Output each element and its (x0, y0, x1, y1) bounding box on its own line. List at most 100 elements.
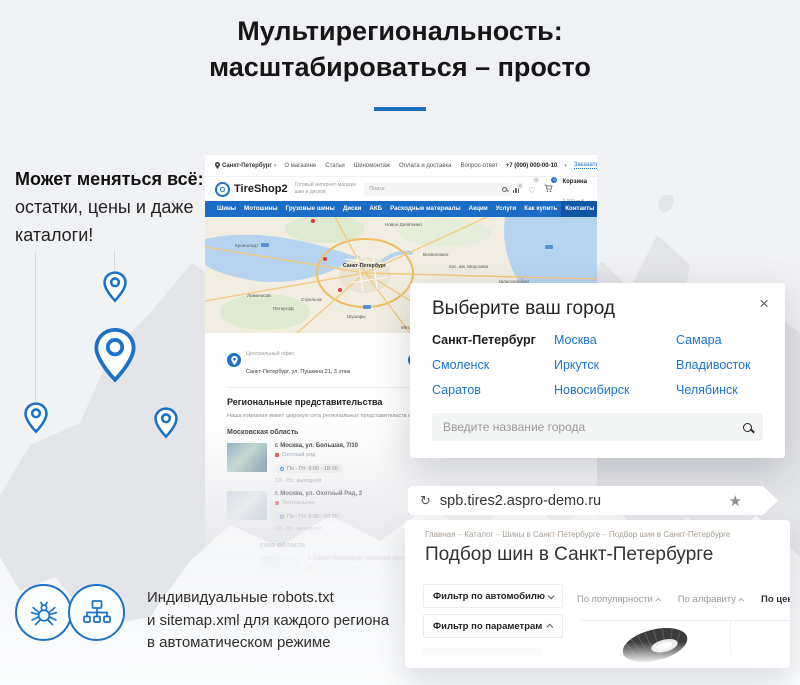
cart-button[interactable]: 0 (544, 180, 553, 198)
map-pin-icon-large (92, 327, 138, 384)
nav-item-akb[interactable]: АКБ (365, 201, 386, 217)
city-link-spb[interactable]: Санкт-Петербург (432, 333, 554, 347)
topbar-link-faq[interactable]: Вопрос-ответ (461, 163, 498, 169)
nav-item-tires[interactable]: Шины (213, 201, 240, 217)
map-label-spb: Санкт-Петербург (343, 262, 387, 269)
clock-icon (280, 515, 284, 519)
page-title-line1: Мультирегиональность: (237, 16, 563, 46)
city-grid: Санкт-Петербург Смоленск Саратов Москва … (432, 333, 798, 397)
close-icon[interactable]: × (759, 294, 769, 314)
filter-by-car-accordion[interactable]: Фильтр по автомобилю (423, 584, 563, 608)
sort-by-price[interactable]: По цене (761, 594, 790, 605)
chevron-down-icon: ▾ (274, 163, 277, 169)
search-icon[interactable] (743, 423, 752, 432)
office-address[interactable]: г. Москва, ул. Охотный Ряд, 2 (275, 491, 362, 497)
filter-by-params-accordion[interactable]: Фильтр по параметрам (423, 614, 563, 638)
breadcrumb-catalog[interactable]: Каталог (455, 530, 493, 539)
topbar-link-about[interactable]: О магазине (284, 163, 316, 169)
nav-item-moto[interactable]: Мотошины (240, 201, 282, 217)
catalog-panel: ГлавнаяКаталогШины в Санкт-ПетербургеПод… (405, 520, 790, 668)
title-underline (374, 107, 426, 111)
topbar-link-fitting[interactable]: Шиномонтаж (354, 163, 390, 169)
svg-text:Шушары: Шушары (347, 314, 366, 319)
metro-icon (275, 501, 279, 505)
chevron-up-icon (738, 597, 744, 603)
heart-icon: ♡ (528, 186, 535, 195)
chevron-down-icon: ▾ (564, 163, 567, 169)
location-pin-icon (227, 353, 241, 367)
compare-count-badge: 0 (517, 183, 523, 189)
office-photo (227, 443, 267, 472)
metro-icon (275, 453, 279, 457)
nav-item-contacts[interactable]: Контакты (561, 201, 597, 217)
svg-text:Ломоносов: Ломоносов (247, 293, 271, 298)
robots-feature-circle (15, 584, 72, 641)
city-link-moscow[interactable]: Москва (554, 333, 676, 347)
sort-by-alphabet[interactable]: По алфавиту (678, 594, 744, 605)
nav-item-consumables[interactable]: Расходные материалы (386, 201, 465, 217)
site-search-input[interactable]: Поиск (364, 183, 512, 196)
pin-connector-line (35, 252, 36, 402)
left-note-rest: остатки, цены и даже каталоги! (15, 197, 193, 245)
nav-item-truck[interactable]: Грузовые шины (282, 201, 339, 217)
sort-by-popularity[interactable]: По популярности (577, 594, 661, 605)
site-logo-name[interactable]: TireShop2 (234, 183, 288, 195)
breadcrumb-home[interactable]: Главная (425, 530, 455, 539)
sitemap-icon (82, 598, 112, 628)
city-link-irkutsk[interactable]: Иркутск (554, 358, 676, 372)
url-text[interactable]: spb.tires2.aspro-demo.ru (440, 493, 601, 509)
site-header: TireShop2 Готовый интернет-магазин шин и… (205, 177, 597, 201)
cart-icon (544, 184, 553, 193)
city-link-saratov[interactable]: Саратов (432, 383, 554, 397)
spider-icon (28, 597, 60, 629)
topbar-link-articles[interactable]: Статьи (325, 163, 344, 169)
nav-item-services[interactable]: Услуги (492, 201, 521, 217)
product-card-border (581, 620, 790, 621)
svg-text:Кронштадт: Кронштадт (235, 243, 259, 248)
left-note: Может меняться всё: остатки, цены и даже… (15, 166, 215, 250)
contact-office: Центральный офис Санкт-Петербург, ул. Пу… (227, 342, 350, 378)
map-pin-icon (102, 271, 128, 303)
tireshop-logo-icon[interactable] (215, 182, 230, 197)
nav-item-disks[interactable]: Диски (339, 201, 366, 217)
browser-address-bar[interactable]: ↻ spb.tires2.aspro-demo.ru ★ (408, 486, 778, 515)
compare-button[interactable]: 0 (513, 186, 520, 193)
city-link-chelyabinsk[interactable]: Челябинск (676, 383, 798, 397)
map-marker (311, 219, 315, 223)
topbar-right: +7 (000) 000-00-10 ▾ Заказать звонок Вой… (506, 162, 597, 169)
office-address[interactable]: г. Москва, ул. Большая, 7/10 (275, 443, 358, 449)
city-link-samara[interactable]: Самара (676, 333, 798, 347)
tire-product-image[interactable] (617, 622, 693, 668)
breadcrumb: ГлавнаяКаталогШины в Санкт-ПетербургеПод… (425, 530, 730, 539)
page: Мультирегиональность: масштабироваться –… (0, 0, 800, 685)
favorites-button[interactable]: ♡ 0 (528, 180, 535, 198)
clock-icon (280, 467, 284, 471)
topbar-link-delivery[interactable]: Оплата и доставка (399, 163, 451, 169)
bookmark-star-icon[interactable]: ★ (729, 492, 742, 510)
cart-count-badge: 0 (551, 177, 557, 183)
page-title: Мультирегиональность: масштабироваться –… (0, 13, 800, 86)
topbar-city-selector[interactable]: Санкт-Петербург ▾ (215, 162, 276, 169)
breadcrumb-current: Подбор шин в Санкт-Петербурге (600, 530, 730, 539)
breadcrumb-tires[interactable]: Шины в Санкт-Петербурге (493, 530, 600, 539)
modal-title: Выберите ваш город (432, 298, 615, 320)
map-marker (338, 288, 342, 292)
city-search-input[interactable] (443, 420, 743, 434)
topbar-phone: +7 (000) 000-00-10 (506, 163, 558, 169)
svg-text:Стрельна: Стрельна (301, 297, 322, 302)
city-link-smolensk[interactable]: Смоленск (432, 358, 554, 372)
refresh-icon[interactable]: ↻ (420, 493, 431, 509)
chevron-up-icon (546, 623, 553, 630)
page-title-line2: масштабироваться – просто (209, 52, 591, 82)
search-icon[interactable] (502, 187, 507, 192)
nav-item-howto[interactable]: Как купить (520, 201, 561, 217)
city-link-vladivostok[interactable]: Владивосток (676, 358, 798, 372)
nav-item-promo[interactable]: Акции (465, 201, 492, 217)
location-pin-icon (215, 162, 220, 169)
callback-link[interactable]: Заказать звонок (574, 162, 597, 169)
office-photo (260, 556, 300, 575)
city-link-novosibirsk[interactable]: Новосибирск (554, 383, 676, 397)
map-marker (323, 257, 327, 261)
topbar-links: О магазине Статьи Шиномонтаж Оплата и до… (284, 163, 497, 169)
metro-icon (308, 566, 312, 570)
